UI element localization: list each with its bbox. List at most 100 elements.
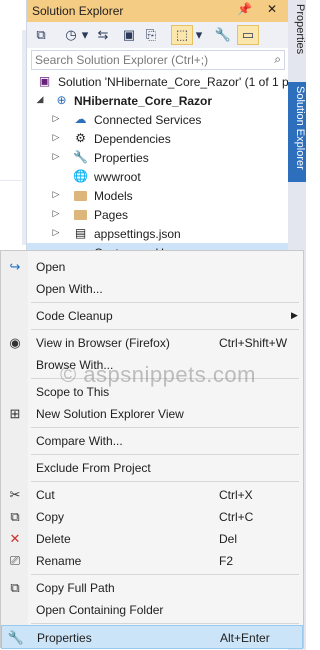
menu-item-copy[interactable]: ⧉ Copy Ctrl+C [1, 505, 303, 529]
menu-item-shortcut: Ctrl+Shift+W [219, 336, 288, 350]
delete-x-icon: ✕ [9, 531, 21, 546]
solution-explorer-panel: Solution Explorer 📌 ✕ ⧉ ◷ ▾ ⇆ ▣ ⎘ ⬚ ▾ 🔧 … [26, 0, 293, 262]
show-all-files-icon[interactable]: ⬚ [171, 25, 193, 45]
menu-item-properties[interactable]: 🔧 Properties Alt+Enter [1, 625, 303, 649]
collapsed-arrow-icon[interactable]: ▷ [51, 208, 61, 219]
folder-icon [73, 188, 88, 203]
menu-separator [31, 329, 299, 330]
filter-dropdown-icon[interactable]: ▾ [193, 25, 205, 45]
menu-item-rename[interactable]: ⎚ Rename F2 [1, 549, 303, 573]
menu-item-code-cleanup[interactable]: Code Cleanup ▶ [1, 304, 303, 328]
menu-item-label: Open [36, 260, 66, 274]
menu-item-label: Rename [36, 554, 82, 568]
properties-wrench-icon: 🔧 [73, 150, 88, 164]
collapse-all-icon[interactable]: ▣ [119, 25, 139, 45]
history-dropdown-icon[interactable]: ▾ [79, 25, 91, 45]
menu-item-shortcut: Ctrl+X [219, 488, 253, 502]
folder-icon [73, 207, 88, 222]
tree-project-node[interactable]: ◢ ⊕ NHibernate_Core_Razor [27, 91, 289, 110]
solution-icon: ▣ [38, 74, 51, 88]
menu-item-new-solution-explorer-view[interactable]: ⊞ New Solution Explorer View [1, 402, 303, 426]
tree-item-appsettings[interactable]: ▷ ▤ appsettings.json [27, 224, 289, 243]
search-placeholder: Search Solution Explorer (Ctrl+;) [35, 53, 209, 67]
tree-item-label: Properties [94, 151, 149, 165]
panel-title: Solution Explorer [32, 4, 124, 18]
json-file-icon: ▤ [74, 226, 87, 240]
pin-icon[interactable]: 📌 [237, 2, 252, 18]
collapsed-arrow-icon[interactable]: ▷ [51, 151, 61, 162]
menu-item-label: Open Containing Folder [36, 603, 164, 617]
menu-separator [31, 427, 299, 428]
menu-separator [31, 481, 299, 482]
sync-icon[interactable]: ⇆ [93, 25, 113, 45]
dependencies-icon: ⚙ [75, 131, 86, 145]
menu-item-label: Delete [36, 532, 71, 546]
tree-item-properties[interactable]: ▷ 🔧 Properties [27, 148, 289, 167]
browser-icon: ◉ [9, 335, 21, 350]
history-icon[interactable]: ◷ [61, 25, 81, 45]
properties-side-tab[interactable]: Properties [288, 0, 306, 82]
menu-item-delete[interactable]: ✕ Delete Del [1, 527, 303, 551]
copy-view-icon[interactable]: ⎘ [141, 25, 161, 45]
wrench-icon: 🔧 [7, 630, 25, 645]
tree-item-label: Connected Services [94, 113, 202, 127]
search-icon[interactable]: ⌕ [274, 52, 281, 67]
close-icon[interactable]: ✕ [265, 2, 279, 18]
menu-item-open[interactable]: ↪ Open [1, 255, 303, 279]
watermark: © aspsnippets.com [60, 362, 256, 387]
tree-item-pages[interactable]: ▷ Pages [27, 205, 289, 224]
menu-item-open-containing-folder[interactable]: Open Containing Folder [1, 598, 303, 622]
tree-item-label: Pages [94, 208, 129, 222]
code-editor-edge [0, 0, 27, 250]
panel-title-bar[interactable]: Solution Explorer 📌 ✕ [27, 0, 289, 22]
tree-item-connected-services[interactable]: ▷ ☁ Connected Services [27, 110, 289, 129]
collapsed-arrow-icon[interactable]: ▷ [51, 227, 61, 238]
tree-item-label: Dependencies [94, 132, 171, 146]
menu-item-label: Cut [36, 488, 55, 502]
solution-explorer-side-tab[interactable]: Solution Explorer [288, 82, 306, 182]
menu-item-label: Exclude From Project [36, 461, 151, 475]
tree-item-label: Models [94, 189, 133, 203]
web-project-icon: ⊕ [56, 93, 67, 107]
connected-services-icon: ☁ [74, 112, 87, 126]
menu-item-label: Copy [36, 510, 65, 524]
menu-item-label: View in Browser (Firefox) [36, 336, 170, 350]
scissors-icon: ✂ [9, 487, 21, 502]
collapsed-arrow-icon[interactable]: ▷ [51, 113, 61, 124]
menu-item-label: New Solution Explorer View [36, 407, 184, 421]
switch-views-icon[interactable]: ⧉ [31, 25, 51, 45]
menu-separator [31, 623, 299, 624]
submenu-arrow-icon: ▶ [291, 310, 298, 320]
menu-separator [31, 302, 299, 303]
globe-icon: 🌐 [73, 169, 88, 183]
collapsed-arrow-icon[interactable]: ▷ [51, 189, 61, 200]
tree-item-dependencies[interactable]: ▷ ⚙ Dependencies [27, 129, 289, 148]
menu-item-shortcut: Alt+Enter [220, 631, 270, 645]
menu-item-label: Code Cleanup [36, 309, 113, 323]
context-menu: ↪ Open Open With... Code Cleanup ▶ ◉ Vie… [0, 250, 304, 649]
tree-item-models[interactable]: ▷ Models [27, 186, 289, 205]
tree-item-label: wwwroot [94, 170, 141, 184]
panel-toolbar: ⧉ ◷ ▾ ⇆ ▣ ⎘ ⬚ ▾ 🔧 ▭ [27, 22, 289, 48]
menu-item-cut[interactable]: ✂ Cut Ctrl+X [1, 483, 303, 507]
menu-item-label: Properties [37, 631, 92, 645]
menu-item-label: Open With... [36, 282, 103, 296]
menu-item-compare-with[interactable]: Compare With... [1, 429, 303, 453]
tree-solution-node[interactable]: ▣ Solution 'NHibernate_Core_Razor' (1 of… [27, 72, 293, 91]
expanded-arrow-icon[interactable]: ◢ [35, 94, 45, 105]
tree-item-wwwroot[interactable]: 🌐 wwwroot [27, 167, 289, 186]
wrench-icon[interactable]: 🔧 [213, 25, 233, 45]
copy-icon: ⧉ [10, 509, 20, 524]
project-label: NHibernate_Core_Razor [74, 94, 213, 108]
properties-icon[interactable]: ▭ [237, 25, 259, 45]
menu-item-view-in-browser[interactable]: ◉ View in Browser (Firefox) Ctrl+Shift+W [1, 331, 303, 355]
menu-item-exclude-from-project[interactable]: Exclude From Project [1, 456, 303, 480]
open-arrow-icon: ↪ [9, 259, 21, 274]
menu-item-open-with[interactable]: Open With... [1, 277, 303, 301]
menu-item-copy-full-path[interactable]: ⧉ Copy Full Path [1, 576, 303, 600]
collapsed-arrow-icon[interactable]: ▷ [51, 132, 61, 143]
menu-item-shortcut: F2 [219, 554, 234, 568]
search-input[interactable]: Search Solution Explorer (Ctrl+;) ⌕ [31, 50, 285, 70]
menu-item-shortcut: Del [219, 532, 238, 546]
copy-path-icon: ⧉ [10, 580, 20, 595]
